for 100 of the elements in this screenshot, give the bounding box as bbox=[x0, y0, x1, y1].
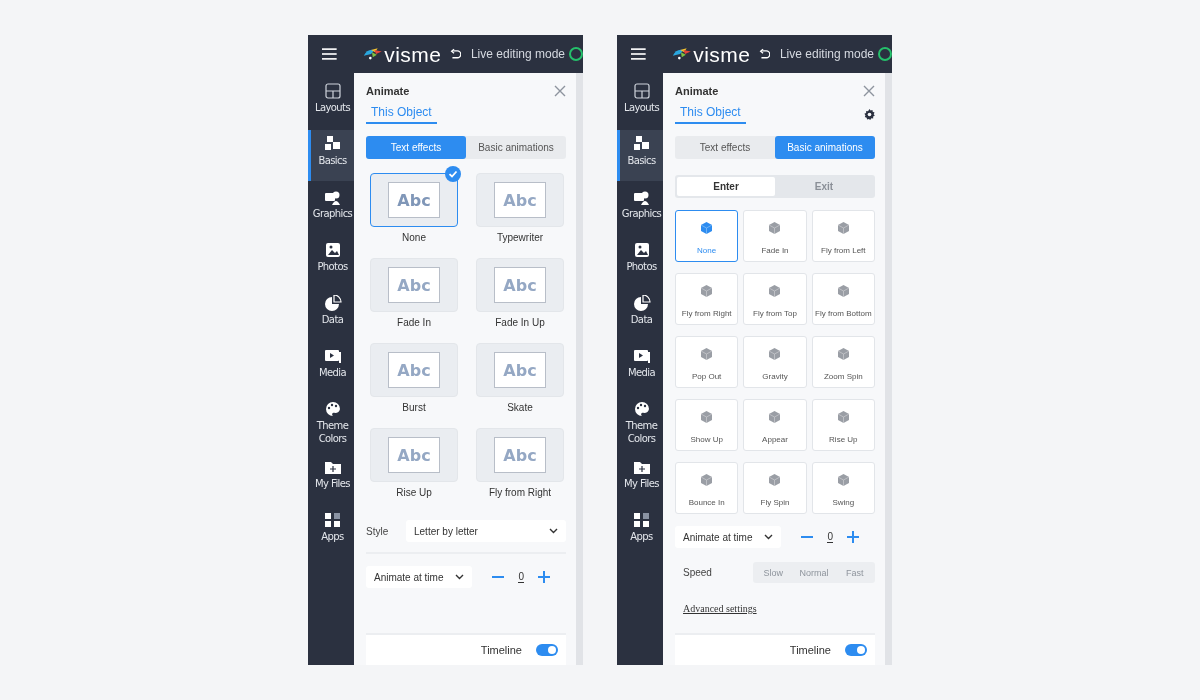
sidebar-item[interactable]: Theme Colors bbox=[617, 395, 663, 451]
cube-icon bbox=[769, 411, 781, 423]
undo-icon[interactable] bbox=[449, 47, 461, 61]
effect-label: Rise Up bbox=[396, 487, 432, 498]
style-dropdown[interactable]: Letter by letter bbox=[406, 520, 566, 542]
preview-text: Abc bbox=[494, 352, 546, 388]
sidebar-item[interactable]: Photos bbox=[308, 236, 354, 287]
effect-label: None bbox=[402, 232, 426, 243]
effect-card[interactable]: Show Up bbox=[675, 399, 739, 451]
sidebar-item[interactable]: Basics bbox=[617, 130, 663, 181]
direction-tab[interactable]: Enter bbox=[677, 177, 775, 196]
sidebar-item[interactable]: Graphics bbox=[308, 183, 354, 234]
effect-card[interactable]: Zoom Spin bbox=[811, 336, 875, 388]
preview-text: Abc bbox=[494, 437, 546, 473]
effect-card[interactable]: Swing bbox=[811, 462, 875, 514]
advanced-settings-link[interactable]: Advanced settings bbox=[675, 603, 757, 614]
settings-icon[interactable] bbox=[864, 109, 875, 120]
menu-icon[interactable] bbox=[322, 47, 337, 61]
sidebar-icon bbox=[632, 295, 651, 311]
effect-card[interactable]: Fade In bbox=[743, 210, 807, 262]
effect-card[interactable]: Pop Out bbox=[675, 336, 739, 388]
minus-icon[interactable] bbox=[492, 576, 505, 578]
effect-label: Fade In Up bbox=[495, 317, 545, 328]
sidebar-item[interactable]: Data bbox=[308, 289, 354, 340]
sidebar-item[interactable]: Apps bbox=[308, 506, 354, 557]
cube-icon bbox=[769, 285, 781, 297]
logo-text: visme bbox=[384, 43, 442, 65]
effect-label: Typewriter bbox=[496, 232, 544, 243]
sidebar-icon bbox=[323, 83, 342, 99]
effect-label: Fly from Right bbox=[488, 487, 552, 498]
status-text: Live editing mode bbox=[470, 47, 565, 61]
menu-icon[interactable] bbox=[631, 47, 646, 61]
timeline-toggle[interactable] bbox=[845, 644, 867, 656]
sidebar-item[interactable]: Apps bbox=[617, 506, 663, 557]
caret-icon bbox=[455, 574, 465, 580]
close-icon[interactable] bbox=[863, 85, 875, 97]
sidebar-icon bbox=[632, 401, 651, 417]
effect-card[interactable]: Fly from Right bbox=[675, 273, 739, 325]
effect-card[interactable]: Fly from Left bbox=[811, 210, 875, 262]
sidebar-icon bbox=[632, 189, 651, 205]
sidebar-icon bbox=[632, 512, 651, 528]
sidebar-icon bbox=[632, 242, 651, 258]
sidebar-item[interactable]: Basics bbox=[308, 130, 354, 181]
preview-text: Abc bbox=[494, 182, 546, 218]
sidebar-item[interactable]: Media bbox=[308, 342, 354, 393]
sidebar-item[interactable]: My Files bbox=[308, 453, 354, 504]
effect-card[interactable]: Bounce In bbox=[675, 462, 739, 514]
minus-icon[interactable] bbox=[801, 536, 814, 538]
time-value[interactable]: 0 bbox=[827, 531, 834, 543]
cube-icon bbox=[701, 285, 713, 297]
timeline-label: Timeline bbox=[480, 644, 522, 656]
timeline-label: Timeline bbox=[789, 644, 831, 656]
sidebar-icon bbox=[323, 401, 342, 417]
sidebar-icon bbox=[323, 136, 342, 152]
effect-card[interactable]: Fly Spin bbox=[743, 462, 807, 514]
preview-text: Abc bbox=[388, 352, 440, 388]
sidebar-icon bbox=[632, 459, 651, 475]
close-icon[interactable] bbox=[554, 85, 566, 97]
effect-card[interactable]: None bbox=[675, 210, 739, 262]
status-dot bbox=[569, 47, 583, 61]
sidebar-item[interactable]: Graphics bbox=[617, 183, 663, 234]
sidebar-item[interactable]: My Files bbox=[617, 453, 663, 504]
logo-text: visme bbox=[693, 43, 751, 65]
logo-icon bbox=[362, 46, 383, 62]
sidebar-item[interactable]: Theme Colors bbox=[308, 395, 354, 451]
preview-text: Abc bbox=[388, 437, 440, 473]
cube-icon bbox=[769, 474, 781, 486]
effect-card[interactable]: Gravity bbox=[743, 336, 807, 388]
caret-icon bbox=[549, 528, 558, 534]
style-label: Style bbox=[366, 525, 390, 537]
sidebar-item[interactable]: Photos bbox=[617, 236, 663, 287]
timeline-toggle[interactable] bbox=[536, 644, 558, 656]
effect-card[interactable]: Rise Up bbox=[811, 399, 875, 451]
cube-icon bbox=[701, 348, 713, 360]
effect-card[interactable]: Fly from Bottom bbox=[811, 273, 875, 325]
sidebar-item[interactable]: Layouts bbox=[617, 77, 663, 128]
logo-icon bbox=[671, 46, 692, 62]
sidebar-icon bbox=[632, 348, 651, 364]
cube-icon bbox=[701, 411, 713, 423]
mode-tab[interactable]: Basic animations bbox=[466, 136, 566, 159]
speed-label: Speed bbox=[683, 567, 713, 578]
effect-card[interactable]: Appear bbox=[743, 399, 807, 451]
sidebar-item[interactable]: Media bbox=[617, 342, 663, 393]
timing-dropdown[interactable]: Animate at time bbox=[366, 566, 473, 588]
sidebar-item[interactable]: Data bbox=[617, 289, 663, 340]
effect-label: Fade In bbox=[397, 317, 431, 328]
mode-tab[interactable]: Text effects bbox=[675, 136, 775, 159]
sidebar-icon bbox=[323, 348, 342, 364]
sidebar-item[interactable]: Layouts bbox=[308, 77, 354, 128]
status-text: Live editing mode bbox=[779, 47, 874, 61]
plus-icon[interactable] bbox=[538, 571, 551, 583]
cube-icon bbox=[769, 348, 781, 360]
plus-icon[interactable] bbox=[847, 531, 860, 543]
undo-icon[interactable] bbox=[758, 47, 770, 61]
effect-card[interactable]: Fly from Top bbox=[743, 273, 807, 325]
effect-label: Skate bbox=[507, 402, 533, 413]
status-dot bbox=[878, 47, 892, 61]
time-value[interactable]: 0 bbox=[518, 571, 525, 583]
timing-dropdown[interactable]: Animate at time bbox=[675, 526, 782, 548]
sidebar-icon bbox=[632, 136, 651, 152]
